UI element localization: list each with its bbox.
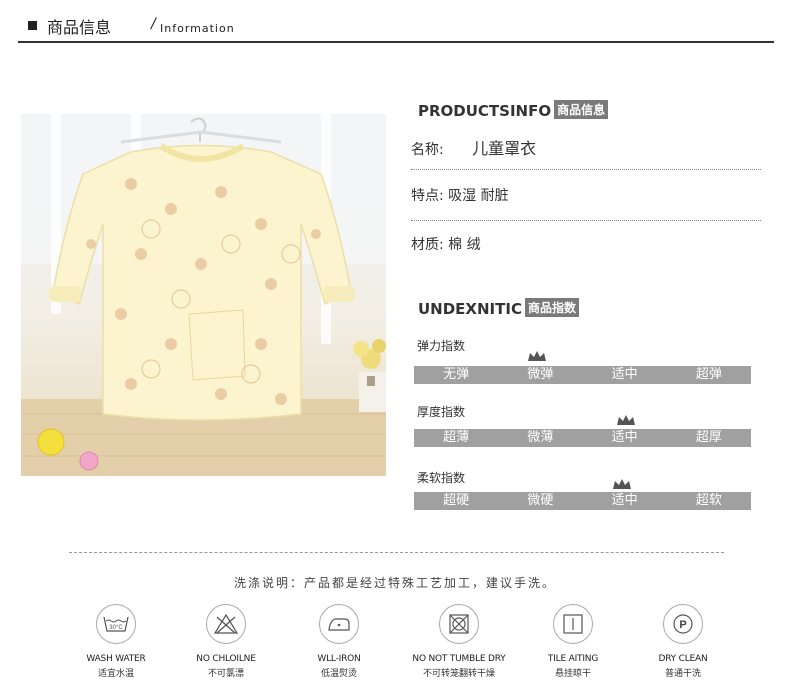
care-label-en: TILE AITING [547,654,599,664]
care-dry-clean: P DRY CLEAN 普通干洗 [628,604,738,679]
elasticity-option: 适中 [611,367,638,382]
no-tumble-dry-icon [439,604,479,644]
info-value: 儿童罩衣 [472,139,537,158]
softness-option: 超硬 [443,493,470,508]
care-label-cn: 不可转笼翻转干燥 [422,669,495,679]
care-wash-water: 30°C WASH WATER 适宜水温 [61,604,171,679]
care-label-en: DRY CLEAN [658,654,708,664]
care-label-cn: 悬挂晾干 [554,669,591,679]
care-hang-dry: TILE AITING 悬挂晾干 [518,604,628,679]
dashed-divider [69,552,724,553]
softness-bar: 超硬 微硬 适中 超软 [414,492,751,510]
softness-option: 适中 [611,493,638,508]
care-label-en: WASH WATER [86,654,146,664]
thickness-option: 微薄 [527,430,554,445]
info-row-material: 材质: 棉 绒 [411,234,776,254]
care-low-iron: WLL-IRON 低温熨烫 [284,604,394,679]
care-no-bleach: NO CHLOILNE 不可氯漂 [171,604,281,679]
elasticity-option: 超弹 [695,367,722,382]
care-label-en: NO NOT TUMBLE DRY [412,654,506,664]
wash-temp-badge: 30°C [109,625,123,631]
header-title-cn: 商品信息 [47,18,112,37]
care-label-cn: 低温熨烫 [320,669,357,679]
elasticity-option: 无弹 [443,367,470,382]
care-label-en: WLL-IRON [317,654,361,664]
info-row-name: 名称: 儿童罩衣 [411,135,776,159]
softness-option: 微硬 [527,493,554,508]
index-tag: 商品指数 [524,298,579,317]
wash-note: 洗涤说明：产品都是经过特殊工艺加工，建议手洗。 [233,576,556,590]
thickness-option: 超厚 [695,430,722,445]
thickness-option: 适中 [611,430,638,445]
wash-water-icon: 30°C [96,604,136,644]
section-header: 商品信息 / Information [18,0,774,43]
thickness-label: 厚度指数 [417,405,466,419]
info-label: 特点: [411,188,444,204]
index-heading: UNDEXNITIC 商品指数 [418,298,579,318]
info-row-feature: 特点: 吸湿 耐脏 [411,185,776,205]
info-label: 名称: [411,142,444,158]
header-title-en: Information [160,22,235,35]
crown-icon [613,479,631,489]
hang-dry-icon [553,604,593,644]
dotted-divider [411,220,761,221]
index-heading-text: UNDEXNITIC [418,300,522,318]
dry-clean-icon: P [663,604,703,644]
dotted-divider [411,169,761,170]
square-bullet-icon [28,21,37,30]
no-bleach-icon [206,604,246,644]
softness-label: 柔软指数 [417,471,466,485]
care-label-cn: 适宜水温 [97,669,134,679]
product-image [21,114,386,476]
thickness-option: 超薄 [443,430,470,445]
info-value: 棉 绒 [448,237,481,253]
elasticity-label: 弹力指数 [417,339,466,353]
crown-icon [617,415,635,425]
info-label: 材质: [411,237,444,253]
productsinfo-heading: PRODUCTSINFO 商品信息 [418,100,609,120]
care-label-en: NO CHLOILNE [196,654,256,664]
productsinfo-heading-text: PRODUCTSINFO [418,102,552,120]
care-label-cn: 不可氯漂 [207,669,244,679]
softness-option: 超软 [695,493,722,508]
care-no-tumble-dry: NO NOT TUMBLE DRY 不可转笼翻转干燥 [404,604,514,679]
care-label-cn: 普通干洗 [664,669,701,679]
iron-icon [319,604,359,644]
dry-clean-badge: P [679,619,686,631]
crown-icon [528,351,546,361]
elasticity-bar: 无弹 微弹 适中 超弹 [414,366,751,384]
info-value: 吸湿 耐脏 [448,188,509,204]
productsinfo-tag: 商品信息 [554,100,609,119]
thickness-bar: 超薄 微薄 适中 超厚 [414,429,751,447]
header-slash: / [151,16,156,32]
elasticity-option: 微弹 [527,367,554,382]
